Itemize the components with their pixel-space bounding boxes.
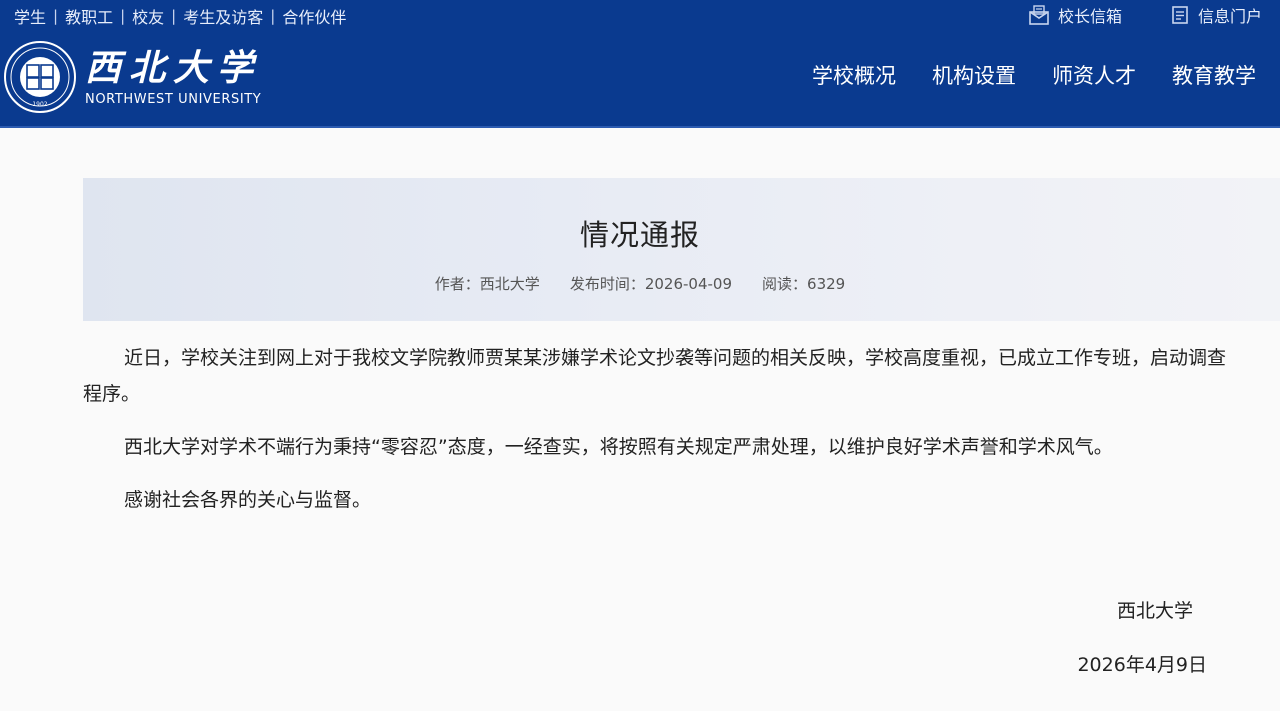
university-logo[interactable]: 1902 西北大学 NORTHWEST UNIVERSITY — [3, 40, 283, 114]
university-name-en: NORTHWEST UNIVERSITY — [85, 92, 262, 107]
nav-faculty[interactable]: 师资人才 — [1052, 60, 1136, 90]
university-name-cn: 西北大学 — [85, 47, 262, 89]
portal-icon — [1170, 5, 1190, 25]
signature-name: 西北大学 — [1116, 600, 1193, 622]
paragraph: 近日，学校关注到网上对于我校文学院教师贾某某涉嫌学术论文抄袭等问题的相关反映，学… — [83, 347, 1227, 405]
info-portal-link[interactable]: 信息门户 — [1170, 3, 1262, 27]
paragraph: 感谢社会各界的关心与监督。 — [124, 489, 372, 511]
main-navigation: 学校概况 机构设置 师资人才 教育教学 — [812, 60, 1256, 90]
date-label: 发布时间： — [569, 275, 645, 293]
logo-text: 西北大学 NORTHWEST UNIVERSITY — [85, 46, 261, 108]
article-author: 作者：西北大学 — [435, 273, 540, 294]
president-mailbox-label: 校长信箱 — [1057, 7, 1122, 26]
link-applicants-visitors[interactable]: 考生及访客 — [183, 4, 263, 28]
views-value: 6329 — [807, 275, 846, 293]
site-header: 学生 | 教职工 | 校友 | 考生及访客 | 合作伙伴 校长信箱 信息门户 1… — [0, 0, 1280, 128]
article-views: 阅读：6329 — [762, 273, 845, 294]
views-label: 阅读： — [762, 275, 808, 293]
article-title: 情况通报 — [579, 218, 700, 252]
university-seal-icon: 1902 — [4, 41, 76, 113]
date-value: 2026-04-09 — [644, 275, 733, 293]
signature-date: 2026年4月9日 — [1077, 654, 1207, 676]
link-students[interactable]: 学生 — [14, 4, 46, 28]
president-mailbox-link[interactable]: 校长信箱 — [1028, 3, 1122, 27]
author-label: 作者： — [434, 275, 480, 293]
audience-links: 学生 | 教职工 | 校友 | 考生及访客 | 合作伙伴 — [14, 5, 346, 27]
separator: | — [270, 7, 276, 25]
info-portal-label: 信息门户 — [1197, 7, 1262, 26]
separator: | — [171, 7, 177, 25]
separator: | — [120, 7, 126, 25]
link-partners[interactable]: 合作伙伴 — [282, 4, 346, 28]
paragraph: 西北大学对学术不端行为秉持“零容忍”态度，一经查实，将按照有关规定严肃处理，以维… — [124, 436, 1113, 458]
article-date: 发布时间：2026-04-09 — [570, 273, 732, 294]
nav-departments[interactable]: 机构设置 — [932, 60, 1016, 90]
author-value: 西北大学 — [479, 275, 540, 293]
article-title-box: 情况通报 作者：西北大学 发布时间：2026-04-09 阅读：6329 — [83, 178, 1280, 321]
nav-education[interactable]: 教育教学 — [1172, 60, 1256, 90]
article-meta: 作者：西北大学 发布时间：2026-04-09 阅读：6329 — [83, 273, 1197, 294]
link-faculty[interactable]: 教职工 — [65, 4, 113, 28]
article-body: 近日，学校关注到网上对于我校文学院教师贾某某涉嫌学术论文抄袭等问题的相关反映，学… — [83, 340, 1243, 535]
separator: | — [53, 7, 59, 25]
nav-about[interactable]: 学校概况 — [812, 60, 896, 90]
utility-links: 校长信箱 信息门户 — [1028, 4, 1262, 26]
link-alumni[interactable]: 校友 — [132, 4, 164, 28]
mail-icon — [1028, 5, 1050, 25]
seal-year: 1902 — [32, 101, 47, 108]
